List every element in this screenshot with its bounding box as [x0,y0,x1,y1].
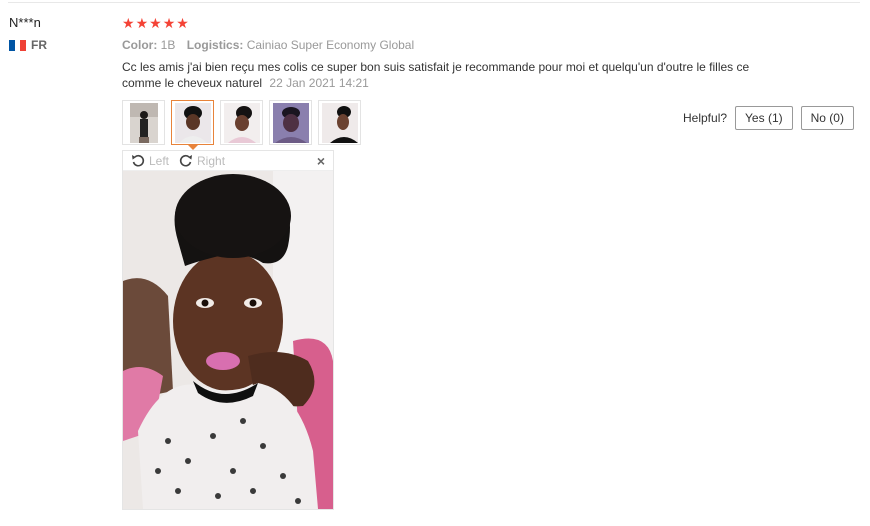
rotate-left-button[interactable]: Left [131,154,169,168]
star-icon: ★ [149,15,162,31]
viewer-toolbar: Left Right × [123,151,333,171]
review-body: Cc les amis j'ai bien reçu mes colis ce … [122,59,782,91]
color-label: Color: [122,38,158,52]
flag-fr-icon [9,39,27,51]
thumbnail-3[interactable] [220,100,263,145]
logistics-label: Logistics: [186,38,244,52]
photo-viewer: Left Right × [122,150,334,510]
thumbnail-2[interactable] [171,100,214,150]
rotate-left-icon [131,154,145,168]
top-divider [8,2,860,3]
rotate-right-label: Right [197,153,226,168]
star-icon: ★ [176,15,189,31]
color-value: 1B [160,38,176,52]
rotate-right-icon [179,154,193,168]
review-meta: Color: 1B Logistics: Cainiao Super Econo… [122,38,422,52]
close-icon[interactable]: × [317,153,325,169]
no-vote-button[interactable]: No (0) [800,106,854,130]
review-text: Cc les amis j'ai bien reçu mes colis ce … [122,60,750,90]
thumbnail-image [272,102,309,143]
helpful-voting: Helpful? Yes (1) No (0) [683,106,854,130]
review-date: 22 Jan 2021 14:21 [269,76,369,90]
thumbnail-5[interactable] [318,100,361,145]
rotate-left-label: Left [149,153,170,168]
photo-thumbnails [122,100,361,150]
yes-vote-button[interactable]: Yes (1) [735,106,793,130]
rotate-right-button[interactable]: Right [179,154,225,168]
thumbnail-4[interactable] [269,100,312,145]
reviewer-name: N***n [9,15,41,30]
star-rating: ★ ★ ★ ★ ★ [122,15,189,31]
helpful-label: Helpful? [683,111,728,125]
review-photo [123,171,333,509]
thumbnail-image [223,102,260,143]
thumbnail-image [129,102,158,143]
reviewer-country: FR [9,38,47,52]
thumbnail-image [321,102,358,143]
star-icon: ★ [122,15,135,31]
country-code: FR [31,38,47,52]
star-icon: ★ [135,15,149,31]
logistics-value: Cainiao Super Economy Global [246,38,415,52]
star-icon: ★ [162,15,176,31]
thumbnail-1[interactable] [122,100,165,145]
thumbnail-image [174,102,211,143]
